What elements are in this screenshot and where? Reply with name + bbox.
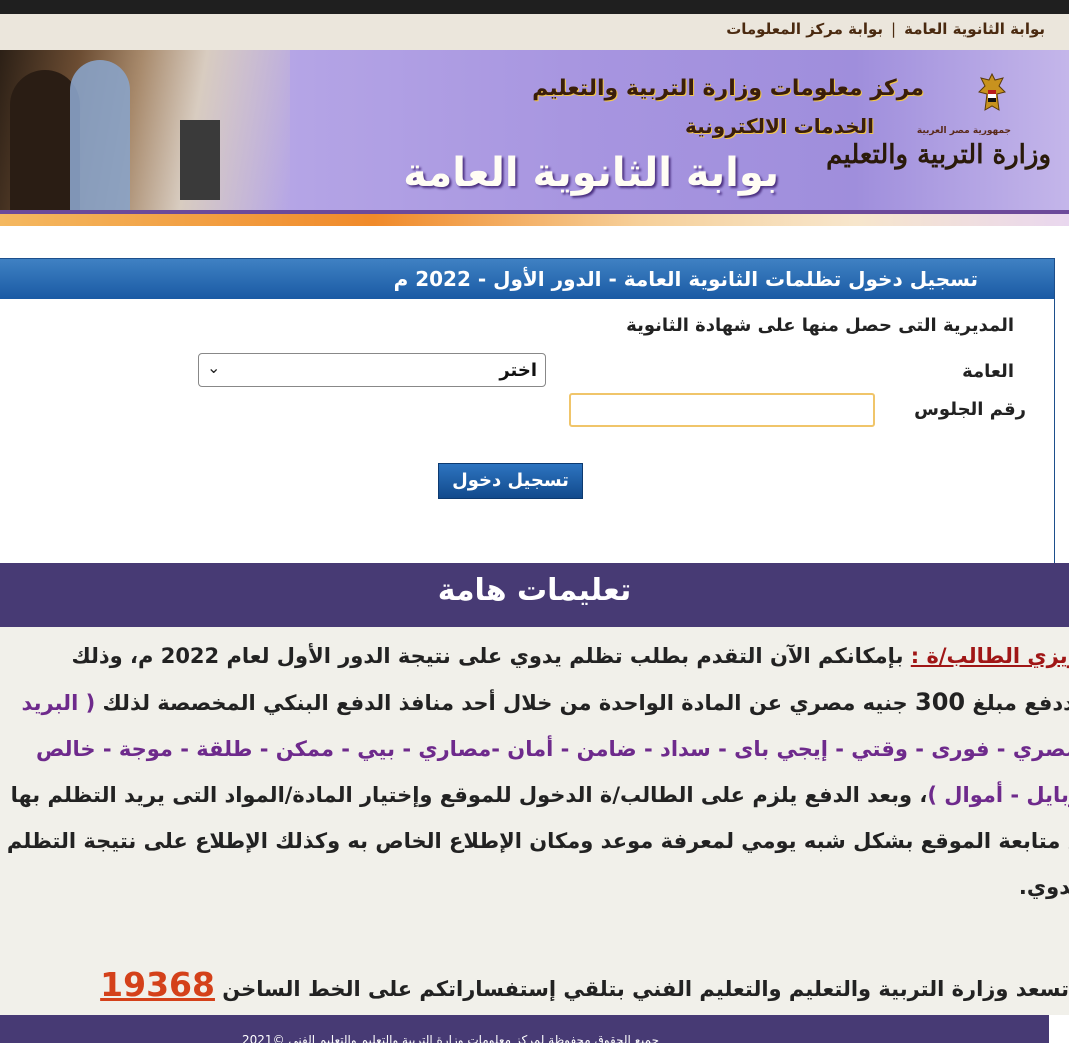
fee-amount: 300 — [915, 688, 966, 716]
seat-number-label: رقم الجلوس — [914, 399, 1026, 420]
instructions-title: تعليمات هامة — [437, 573, 632, 608]
link-info-center-portal[interactable]: بوابة مركز المعلومات — [726, 20, 883, 38]
instructions-text: ، وبعد الدفع يلزم على الطالب/ة الدخول لل… — [6, 783, 1069, 899]
directorate-label: المديرية التى حصل منها على شهادة الثانوي… — [626, 315, 1014, 336]
instructions-body: عزيزي الطالب/ة : بإمكانكم الآن التقدم بط… — [0, 627, 1069, 1015]
banner-eservices: الخدمات الالكترونية — [684, 114, 874, 138]
eagle-emblem-icon — [978, 72, 1006, 111]
computer-icon — [180, 120, 220, 200]
portal-links-bar: بوابة الثانوية العامة | بوابة مركز المعلوم… — [0, 14, 1069, 50]
chevron-down-icon: ⌄ — [207, 358, 221, 377]
hotline-number[interactable]: 19368 — [100, 965, 215, 1004]
login-panel-title: تسجيل دخول تظلمات الثانوية العامة - الدو… — [393, 267, 978, 291]
student-figure — [70, 60, 130, 210]
header-banner: مركز معلومات وزارة التربية والتعليم الخد… — [0, 50, 1069, 226]
login-panel-header: تسجيل دخول تظلمات الثانوية العامة - الدو… — [0, 259, 1054, 299]
banner-portal-title: بوابة الثانوية العامة — [403, 150, 779, 196]
footer: جميع الحقوق محفوظة لمركز معلومات وزارة ا… — [0, 1015, 1069, 1047]
link-general-portal[interactable]: بوابة الثانوية العامة — [904, 20, 1045, 38]
instructions-paragraph: عزيزي الطالب/ة : بإمكانكم الآن التقدم بط… — [5, 633, 1069, 910]
directorate-label-cont: العامة — [962, 361, 1014, 382]
footer-edge — [1049, 1015, 1069, 1043]
dear-student-link[interactable]: عزيزي الطالب/ة : — [911, 644, 1069, 668]
instructions-header: تعليمات هامة — [0, 563, 1069, 627]
banner-gradient-stripe — [0, 214, 1069, 226]
republic-caption: جمهورية مصر العربية — [916, 126, 1011, 136]
login-panel: تسجيل دخول تظلمات الثانوية العامة - الدو… — [0, 258, 1055, 564]
banner-org-name: مركز معلومات وزارة التربية والتعليم — [532, 76, 924, 101]
portal-links: بوابة الثانوية العامة | بوابة مركز المعلوم… — [726, 20, 1045, 38]
instructions-text: دفع مبلغ — [965, 691, 1064, 715]
footer-copyright: جميع الحقوق محفوظة لمركز معلومات وزارة ا… — [242, 1033, 659, 1047]
hotline-line: تسعد وزارة التربية والتعليم والتعليم الف… — [100, 965, 1069, 1004]
top-dark-bar — [0, 0, 1069, 14]
link-separator: | — [891, 20, 897, 38]
directorate-selected-value: اختر — [499, 360, 537, 381]
seat-number-input[interactable] — [569, 393, 875, 427]
instructions-text: جنيه مصري عن المادة الواحدة من خلال أحد … — [95, 691, 916, 715]
directorate-select[interactable]: اختر ⌄ — [198, 353, 546, 387]
login-button[interactable]: تسجيل دخول — [438, 463, 583, 499]
ministry-logo-text: وزارة التربية والتعليم — [826, 140, 1051, 170]
hotline-text: تسعد وزارة التربية والتعليم والتعليم الف… — [214, 977, 1069, 1001]
